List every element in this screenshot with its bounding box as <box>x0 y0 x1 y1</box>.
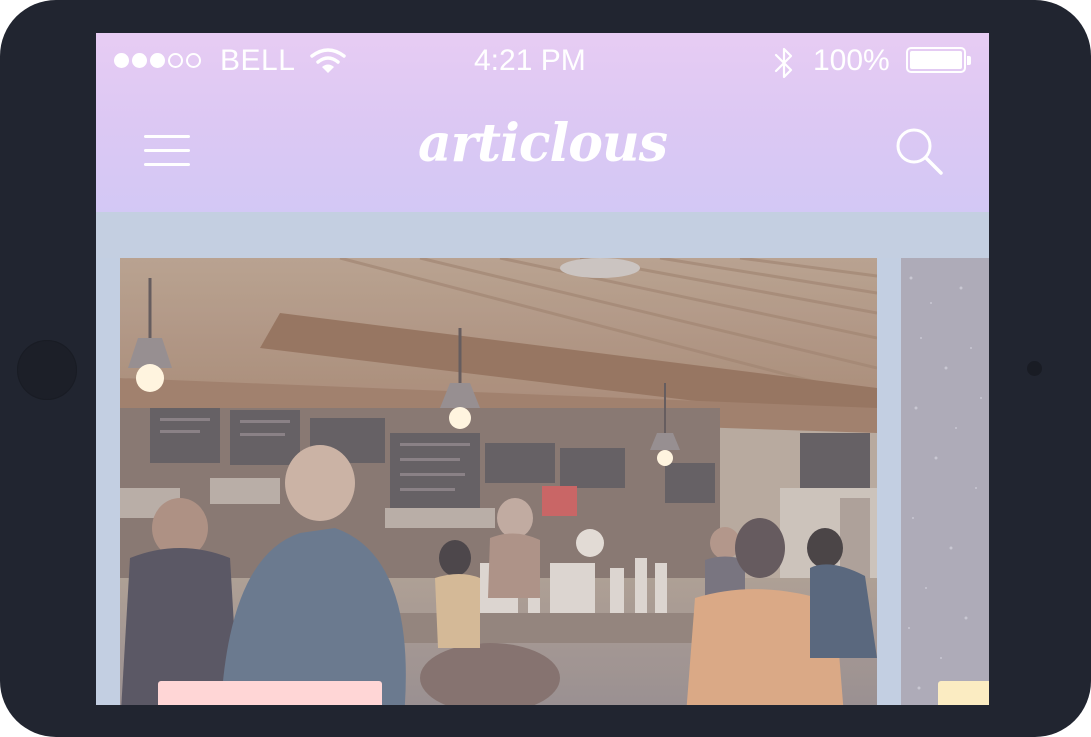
signal-dot <box>132 53 147 68</box>
wifi-icon <box>310 48 346 73</box>
app-screen: BELL 4:21 PM 100% articlous <box>96 33 989 705</box>
menu-line <box>144 163 190 166</box>
cafe-interior-photo <box>120 258 877 705</box>
signal-dot <box>168 53 183 68</box>
search-icon[interactable] <box>893 125 945 177</box>
battery-fill <box>910 51 962 69</box>
signal-strength-icon <box>114 53 201 68</box>
battery-percentage: 100% <box>813 44 890 77</box>
device-frame: BELL 4:21 PM 100% articlous <box>0 0 1091 737</box>
status-time: 4:21 PM <box>474 44 586 77</box>
category-tag[interactable] <box>938 681 989 705</box>
content-band <box>96 212 989 258</box>
dark-speckled-photo <box>901 258 989 705</box>
battery-nub <box>967 56 971 65</box>
signal-dot <box>186 53 201 68</box>
app-logo[interactable]: articlous <box>416 113 669 174</box>
category-tag[interactable] <box>158 681 382 705</box>
device-home-button[interactable] <box>17 340 77 400</box>
device-camera <box>1027 361 1042 376</box>
article-card[interactable] <box>901 258 989 705</box>
signal-dot <box>114 53 129 68</box>
battery-icon <box>906 47 971 73</box>
app-header: BELL 4:21 PM 100% articlous <box>96 33 989 212</box>
hamburger-menu-icon[interactable] <box>142 129 192 169</box>
menu-line <box>144 135 190 138</box>
menu-line <box>144 149 190 152</box>
status-bar: BELL 4:21 PM 100% <box>96 33 989 91</box>
signal-dot <box>150 53 165 68</box>
carrier-name: BELL <box>220 44 296 77</box>
article-card[interactable] <box>120 258 877 705</box>
bluetooth-icon <box>774 47 793 79</box>
